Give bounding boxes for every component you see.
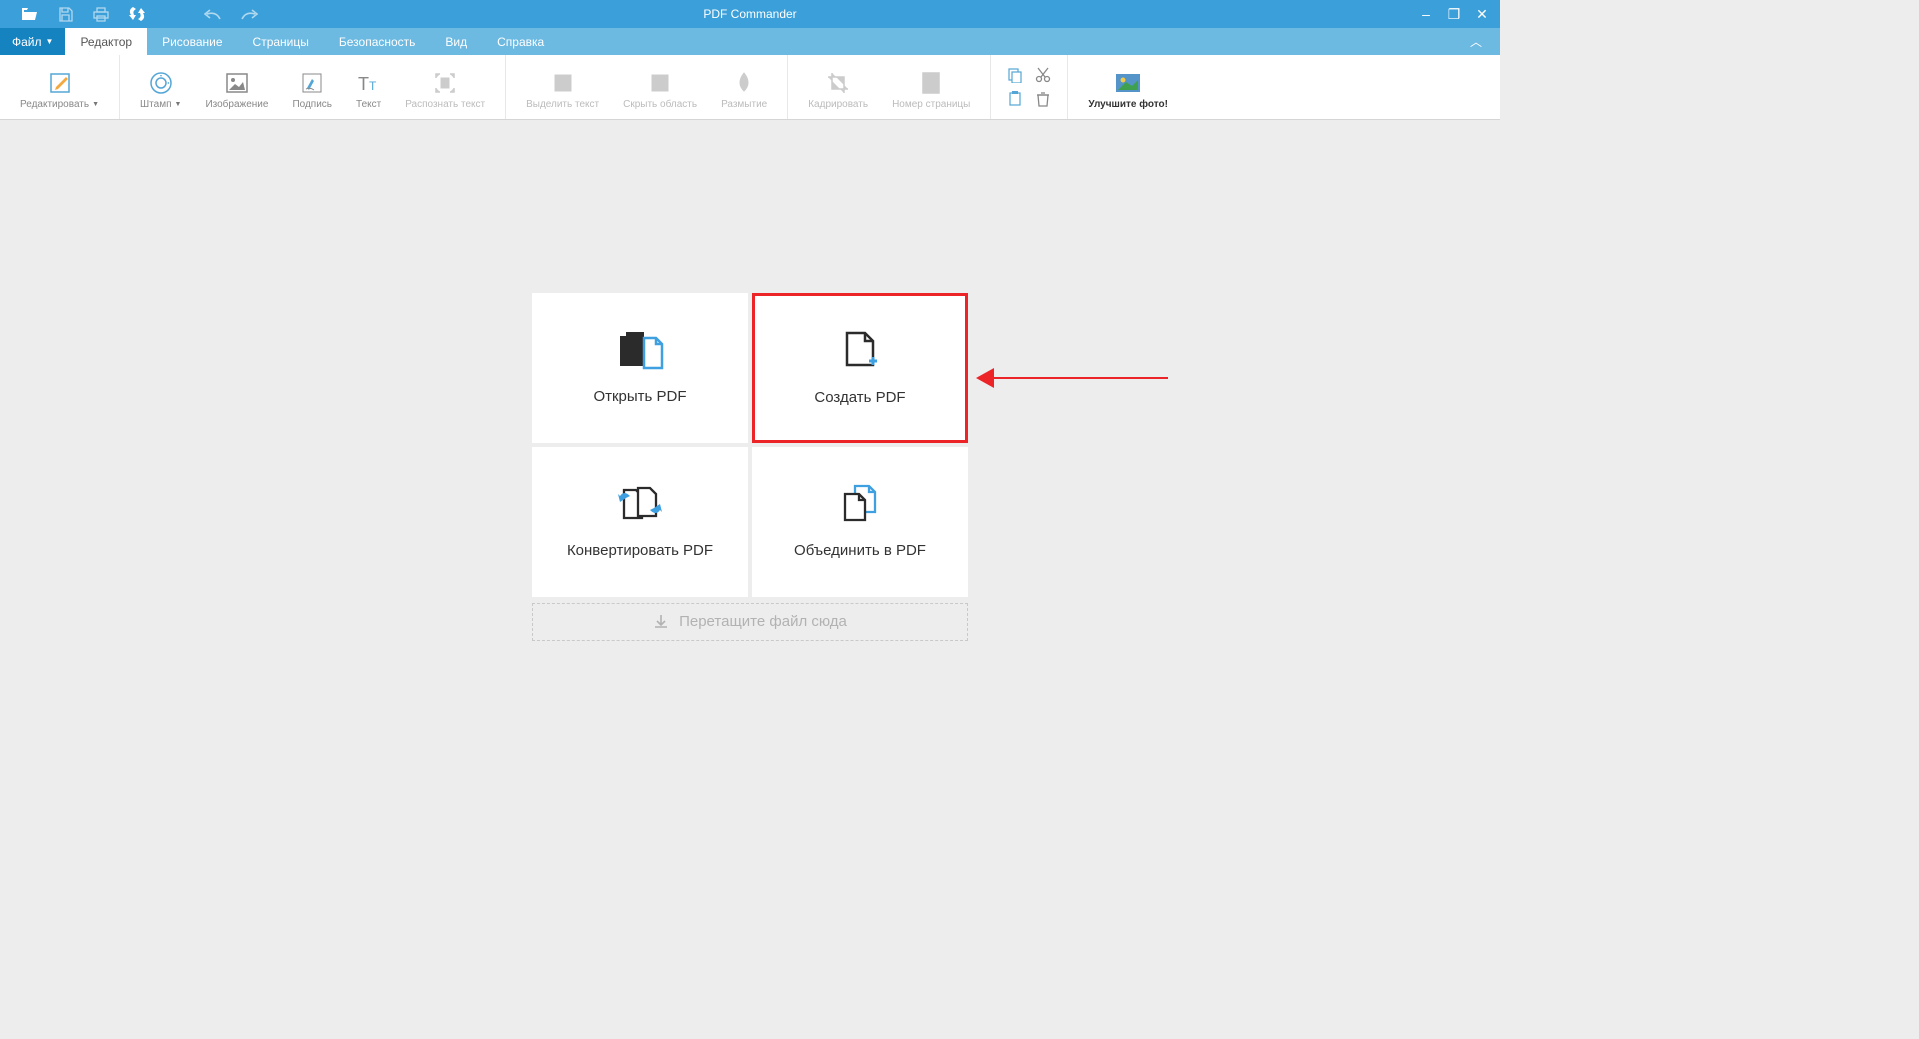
close-button[interactable]: ✕ [1474, 6, 1490, 23]
card-convert-pdf[interactable]: Конвертировать PDF [532, 447, 748, 597]
menu-pages[interactable]: Страницы [238, 28, 324, 55]
ribbon-stamp[interactable]: Штамп▼ [128, 57, 193, 117]
card-label: Создать PDF [814, 389, 905, 406]
window-controls: – ❐ ✕ [1418, 6, 1490, 23]
menu-drawing[interactable]: Рисование [147, 28, 237, 55]
ribbon-hide-area: Скрыть область [611, 57, 709, 117]
create-pdf-icon [839, 329, 881, 371]
ribbon-ocr: Распознать текст [393, 57, 497, 117]
titlebar: PDF Commander – ❐ ✕ [0, 0, 1500, 28]
start-card-grid: Открыть PDF Создать PDF [532, 293, 968, 597]
sign-icon [300, 69, 324, 97]
menu-editor[interactable]: Редактор [65, 28, 147, 55]
card-label: Объединить в PDF [794, 542, 926, 559]
dropzone-label: Перетащите файл сюда [679, 613, 847, 630]
menu-security[interactable]: Безопасность [324, 28, 431, 55]
app-title: PDF Commander [703, 7, 796, 21]
print-icon[interactable] [92, 7, 110, 22]
download-icon [653, 614, 669, 630]
ribbon-image[interactable]: Изображение [193, 57, 280, 117]
ribbon-page-num: # Номер страницы [880, 57, 982, 117]
paste-icon[interactable] [1007, 91, 1023, 107]
ribbon-text[interactable]: TT Текст [344, 57, 393, 117]
collapse-ribbon-button[interactable]: ︿ [1470, 33, 1482, 50]
edit-icon [48, 69, 72, 97]
highlight-arrow-annotation [978, 368, 1178, 388]
dropzone[interactable]: Перетащите файл сюда [532, 603, 968, 641]
card-create-pdf[interactable]: Создать PDF [752, 293, 968, 443]
ribbon: Редактировать▼ Штамп▼ Изображение Подпис… [0, 55, 1500, 120]
hide-area-icon [648, 69, 672, 97]
card-label: Открыть PDF [593, 388, 686, 405]
minimize-button[interactable]: – [1418, 6, 1434, 23]
enhance-icon [1114, 69, 1142, 97]
ribbon-edit[interactable]: Редактировать▼ [8, 57, 111, 117]
menu-help[interactable]: Справка [482, 28, 559, 55]
stamp-icon [149, 69, 173, 97]
merge-pdf-icon [837, 484, 883, 524]
save-icon[interactable] [56, 7, 74, 22]
text-icon: TT [357, 69, 381, 97]
open-icon[interactable] [20, 7, 38, 22]
convert-icon[interactable] [128, 7, 146, 22]
card-label: Конвертировать PDF [567, 542, 713, 559]
card-open-pdf[interactable]: Открыть PDF [532, 293, 748, 443]
copy-icon[interactable] [1007, 67, 1023, 83]
undo-icon[interactable] [204, 7, 222, 22]
image-icon [225, 69, 249, 97]
ribbon-blur: Размытие [709, 57, 779, 117]
card-merge-pdf[interactable]: Объединить в PDF [752, 447, 968, 597]
ribbon-enhance[interactable]: Улучшите фото! [1076, 57, 1180, 117]
convert-pdf-icon [616, 484, 664, 524]
menu-view[interactable]: Вид [430, 28, 482, 55]
maximize-button[interactable]: ❐ [1446, 6, 1462, 23]
open-pdf-icon [616, 330, 664, 370]
ribbon-sign[interactable]: Подпись [280, 57, 344, 117]
delete-icon[interactable] [1035, 91, 1051, 107]
blur-icon [734, 69, 754, 97]
svg-text:T: T [358, 74, 369, 94]
workspace: Открыть PDF Создать PDF [0, 120, 1500, 813]
svg-text:#: # [927, 77, 934, 91]
ribbon-select-text: Выделить текст [514, 57, 611, 117]
menu-file[interactable]: Файл▼ [0, 28, 65, 55]
ribbon-crop: Кадрировать [796, 57, 880, 117]
page-num-icon: # [920, 69, 942, 97]
menubar: Файл▼ Редактор Рисование Страницы Безопа… [0, 28, 1500, 55]
select-text-icon [551, 69, 575, 97]
quick-access-toolbar [0, 7, 258, 22]
cut-icon[interactable] [1035, 67, 1051, 83]
ocr-icon [433, 69, 457, 97]
crop-icon [826, 69, 850, 97]
svg-text:T: T [369, 79, 377, 93]
redo-icon[interactable] [240, 7, 258, 22]
